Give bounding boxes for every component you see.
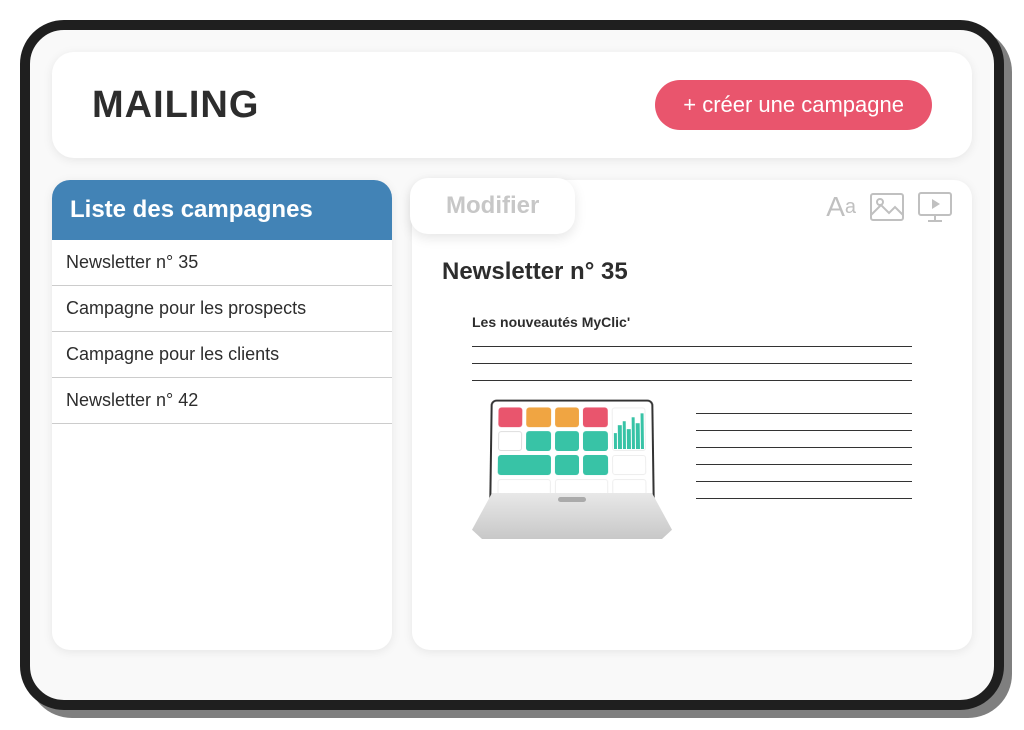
sidebar: Liste des campagnes Newsletter n° 35 Cam… xyxy=(52,180,392,650)
section-heading: Les nouveautés MyClic' xyxy=(442,314,942,330)
text-line xyxy=(696,447,912,448)
editor-body: Newsletter n° 35 Les nouveautés MyClic' xyxy=(412,234,972,549)
tab-modifier[interactable]: Modifier xyxy=(410,178,575,234)
text-line xyxy=(696,481,912,482)
editor-document-title: Newsletter n° 35 xyxy=(442,258,942,286)
create-campaign-button[interactable]: + créer une campagne xyxy=(655,80,932,130)
campaign-list: Newsletter n° 35 Campagne pour les prosp… xyxy=(52,240,392,424)
list-item[interactable]: Newsletter n° 35 xyxy=(52,240,392,286)
text-line xyxy=(696,464,912,465)
text-line xyxy=(472,363,912,364)
media-row xyxy=(442,399,942,539)
laptop-illustration xyxy=(472,399,672,539)
page-title: MAILING xyxy=(92,84,259,127)
text-line xyxy=(696,430,912,431)
tool-icons: Aa xyxy=(826,191,952,223)
list-item[interactable]: Campagne pour les clients xyxy=(52,332,392,378)
text-lines-top xyxy=(442,346,942,381)
list-item[interactable]: Newsletter n° 42 xyxy=(52,378,392,424)
text-line xyxy=(472,380,912,381)
list-item[interactable]: Campagne pour les prospects xyxy=(52,286,392,332)
text-line xyxy=(696,413,912,414)
image-tool-icon[interactable] xyxy=(870,193,904,221)
header-card: MAILING + créer une campagne xyxy=(52,52,972,158)
device-frame: MAILING + créer une campagne Liste des c… xyxy=(20,20,1004,710)
sidebar-header: Liste des campagnes xyxy=(52,180,392,240)
editor-header: Modifier Aa xyxy=(412,180,972,234)
text-line xyxy=(472,346,912,347)
editor-card: Modifier Aa xyxy=(412,180,972,650)
text-tool-icon[interactable]: Aa xyxy=(826,191,856,223)
text-line xyxy=(696,498,912,499)
text-lines-side xyxy=(696,399,912,539)
video-tool-icon[interactable] xyxy=(918,192,952,222)
body-row: Liste des campagnes Newsletter n° 35 Cam… xyxy=(52,180,972,650)
